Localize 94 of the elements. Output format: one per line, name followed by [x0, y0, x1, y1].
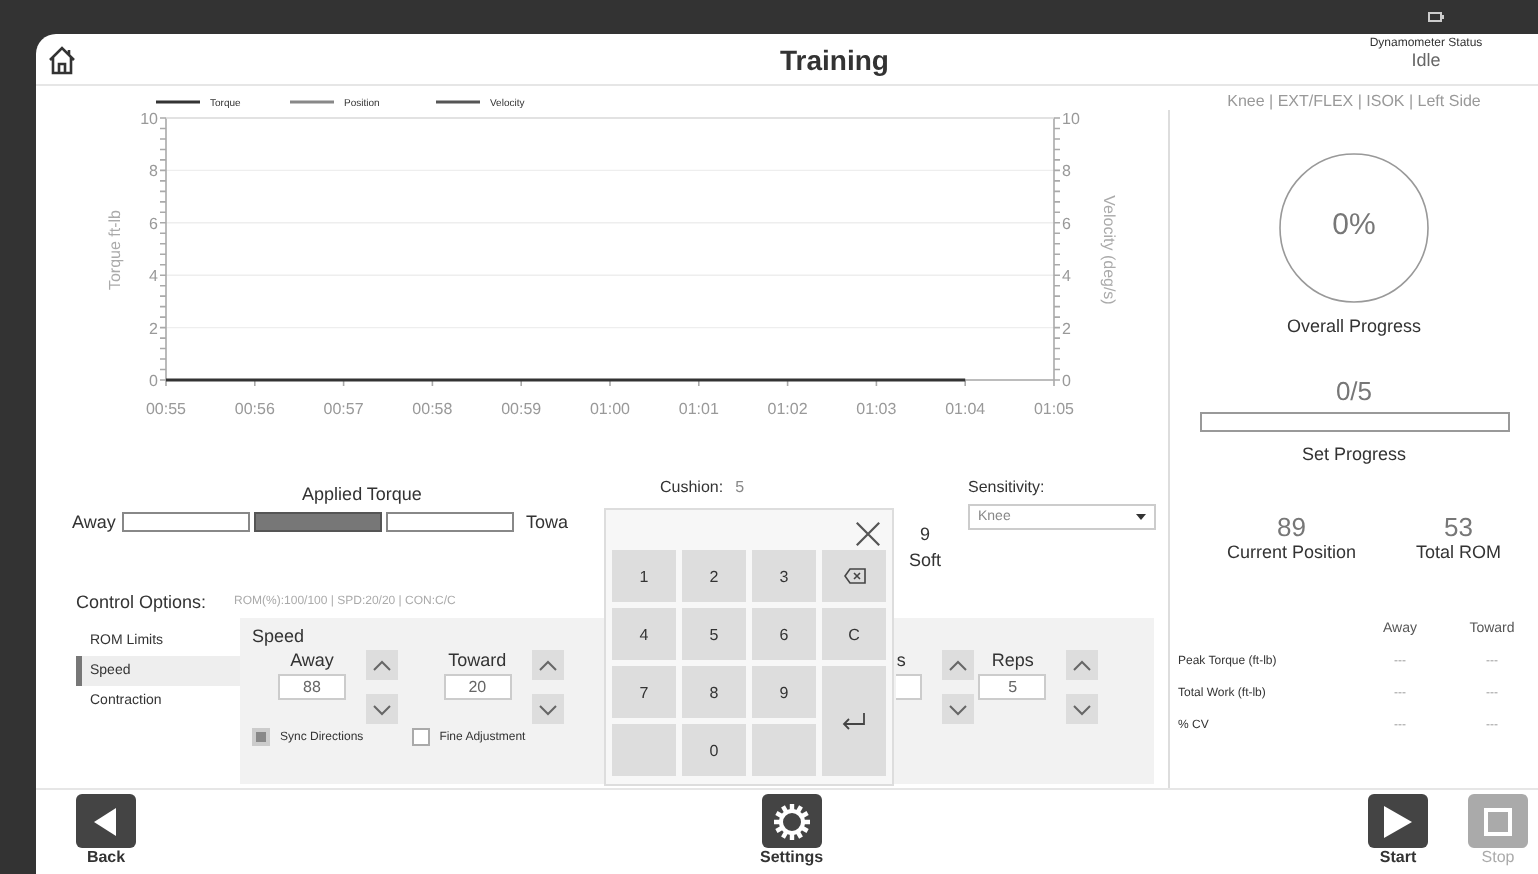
axis-tick-label: 8 — [149, 162, 158, 181]
toward-label: Towa — [526, 512, 569, 532]
control-options-title: Control Options: — [76, 592, 207, 612]
increment-button[interactable] — [942, 650, 975, 680]
chevron-down-icon — [948, 703, 969, 715]
away-label: Away — [72, 512, 112, 532]
digit-key[interactable]: 3 — [752, 550, 816, 602]
decrement-button[interactable] — [531, 694, 564, 724]
digit-key[interactable]: 4 — [612, 608, 676, 660]
axis-tick-label: 01:01 — [678, 400, 719, 418]
gear-icon — [771, 801, 812, 841]
chevron-down-icon — [372, 703, 392, 715]
checkbox[interactable] — [252, 728, 270, 746]
session-summary: Knee | EXT/FLEX | ISOK | Left Side — [1227, 92, 1481, 110]
digit-key[interactable]: 8 — [682, 666, 746, 718]
chevron-up-icon — [1072, 659, 1093, 671]
battery-icon — [1428, 12, 1444, 22]
close-icon[interactable] — [850, 516, 886, 552]
axis-title: Velocity (deg/s) — [1100, 195, 1118, 305]
axis-tick-label: 00:59 — [501, 400, 542, 418]
axis-tick-label: 10 — [1062, 110, 1080, 128]
chevron-down-icon — [537, 703, 558, 715]
digit-key[interactable]: 0 — [682, 724, 746, 776]
chevron-up-icon — [948, 659, 969, 671]
axis-tick-label: 6 — [1062, 214, 1071, 233]
enter-icon — [842, 712, 866, 730]
axis-title: Torque ft-lb — [106, 209, 124, 291]
progress-label: Overall Progress — [1286, 316, 1422, 336]
set-count: 0/5 — [1335, 376, 1373, 406]
panel-title: Speed — [252, 626, 305, 646]
stat-value: 53 — [1444, 512, 1473, 542]
torque-title: Applied Torque — [300, 484, 424, 504]
left-triangle-icon — [94, 807, 118, 835]
axis-tick-label: 2 — [1062, 319, 1071, 338]
decrement-button[interactable] — [366, 694, 398, 724]
sensitivity-label: Sensitivity: — [968, 478, 1047, 496]
increment-button[interactable] — [1066, 650, 1099, 680]
number-field[interactable]: 20 — [443, 674, 512, 700]
stop-icon — [1484, 807, 1512, 835]
caret-icon — [1136, 514, 1146, 520]
stat-value: 89 — [1277, 512, 1306, 542]
checkbox[interactable] — [411, 728, 430, 746]
progress-percent: 0% — [1330, 208, 1378, 242]
axis-tick-label: 00:55 — [145, 400, 187, 418]
chevron-up-icon — [372, 659, 392, 671]
number-field[interactable]: 5 — [978, 674, 1047, 700]
axis-tick-label: 0 — [149, 372, 158, 390]
axis-tick-label: 01:00 — [589, 400, 631, 418]
axis-tick-label: 01:04 — [945, 400, 986, 418]
digit-key[interactable]: 7 — [612, 666, 676, 718]
scale-value: 9 — [919, 524, 930, 544]
axis-tick-label: 10 — [140, 110, 158, 128]
axis-tick-label: 01:02 — [767, 400, 808, 418]
clear-key[interactable]: C — [822, 608, 886, 660]
cushion-label: Cushion: — [660, 478, 724, 496]
play-icon — [1384, 805, 1412, 837]
axis-tick-label: 4 — [1062, 267, 1071, 286]
digit-key[interactable]: 5 — [682, 608, 746, 660]
axis-tick-label: 6 — [149, 214, 158, 233]
field-label: Away — [290, 650, 334, 674]
digit-key[interactable]: 2 — [682, 550, 746, 602]
axis-tick-label: 8 — [1062, 162, 1071, 181]
stat-label: Total ROM — [1416, 542, 1502, 562]
axis-tick-label: 00:58 — [412, 400, 453, 418]
axis-tick-label: 2 — [149, 319, 158, 338]
status-value: Idle — [1411, 50, 1441, 70]
cushion-value: 5 — [735, 478, 745, 496]
field-label: Reps — [991, 650, 1034, 674]
axis-tick-label: 0 — [1062, 372, 1071, 390]
increment-button[interactable] — [531, 650, 564, 680]
decrement-button[interactable] — [1066, 694, 1099, 724]
axis-tick-label: 01:05 — [1033, 400, 1075, 418]
number-field[interactable]: 88 — [278, 674, 346, 700]
progress-label: Set Progress — [1301, 444, 1407, 464]
backspace-icon — [843, 568, 865, 584]
decrement-button[interactable] — [942, 694, 975, 724]
axis-tick-label: 00:56 — [234, 400, 275, 418]
axis-tick-label: 4 — [149, 267, 158, 286]
backspace-key[interactable] — [822, 550, 886, 602]
stat-label: Current Position — [1226, 542, 1356, 562]
home-icon[interactable] — [46, 43, 78, 75]
increment-button[interactable] — [366, 650, 398, 680]
field-label: Toward — [448, 650, 507, 674]
field-label: s — [896, 650, 906, 674]
number-field[interactable] — [896, 674, 923, 700]
digit-key[interactable]: 1 — [612, 550, 676, 602]
chevron-down-icon — [1072, 703, 1093, 715]
digit-key[interactable]: 9 — [752, 666, 816, 718]
digit-key[interactable]: 6 — [752, 608, 816, 660]
axis-tick-label: 01:03 — [856, 400, 897, 418]
scale-label: Soft — [908, 550, 941, 570]
chevron-up-icon — [537, 659, 558, 671]
axis-tick-label: 00:57 — [323, 400, 364, 418]
window-title: Training — [780, 44, 889, 76]
